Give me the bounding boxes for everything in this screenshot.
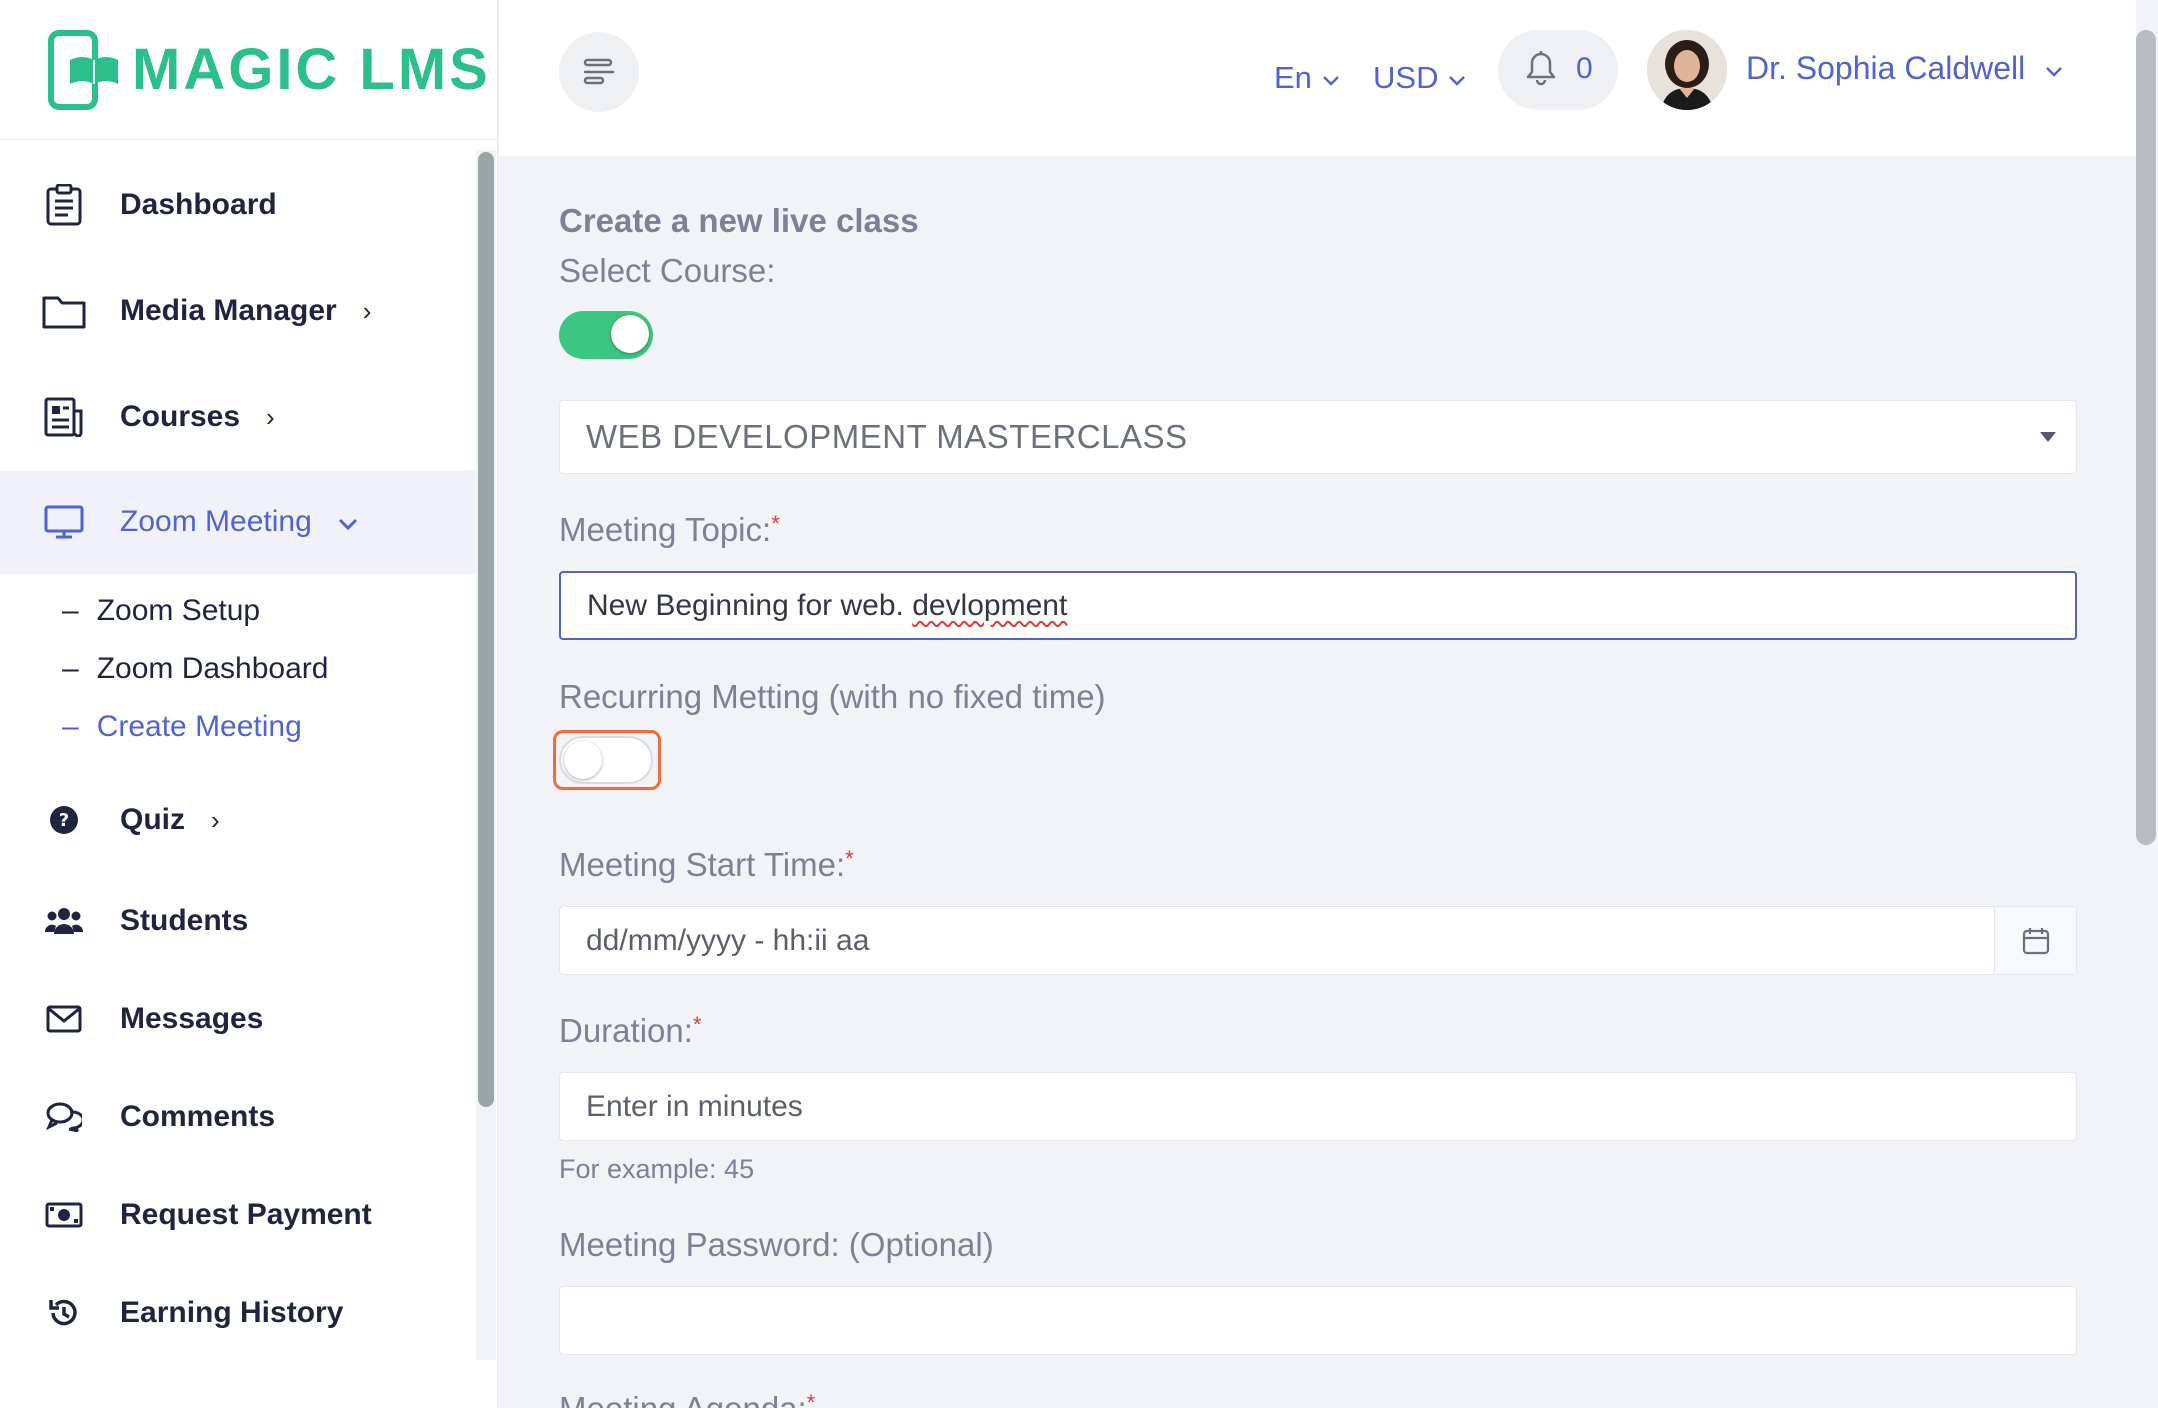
duration-input[interactable]: Enter in minutes (559, 1072, 2077, 1141)
chevron-down-icon (338, 507, 358, 537)
sidebar-item-label: Request Payment (120, 1198, 372, 1231)
book-logo-icon (48, 30, 124, 110)
duration-placeholder: Enter in minutes (586, 1089, 803, 1123)
avatar[interactable] (1647, 30, 1727, 110)
monitor-icon (40, 498, 88, 546)
recurring-meeting-label: Recurring Metting (with no fixed time) (559, 678, 1106, 715)
meeting-password-label: Meeting Password: (Optional) (559, 1226, 994, 1263)
duration-label: Duration:* (559, 1012, 702, 1049)
select-course-label: Select Course: (559, 252, 776, 289)
sidebar-item-label: Messages (120, 1002, 264, 1035)
toggle-knob (564, 741, 602, 779)
topbar: En USD 0 Dr. Sophia Caldwell (499, 0, 2136, 156)
sidebar-item-label: Zoom Meeting (120, 505, 312, 538)
svg-text:?: ? (59, 810, 69, 831)
sidebar-item-request-payment[interactable]: Request Payment (0, 1163, 476, 1267)
users-icon (40, 897, 88, 945)
envelope-icon (40, 995, 88, 1043)
history-icon (40, 1289, 88, 1337)
sidebar-item-messages[interactable]: Messages (0, 967, 476, 1071)
start-time-label: Meeting Start Time:* (559, 846, 854, 883)
submenu-zoom-setup[interactable]: – Zoom Setup (62, 594, 260, 628)
meeting-agenda-label: Meeting Agenda:* (559, 1390, 816, 1408)
clipboard-icon (40, 181, 88, 229)
sidebar-item-earning-history[interactable]: Earning History (0, 1261, 476, 1365)
recurring-meeting-toggle[interactable] (559, 736, 653, 784)
sidebar-item-media-manager[interactable]: Media Manager › (0, 259, 476, 363)
sidebar-scrollbar-thumb[interactable] (478, 152, 494, 1107)
chevron-right-icon: › (266, 402, 275, 432)
sidebar-item-label: Earning History (120, 1296, 344, 1329)
chevron-down-icon (1322, 76, 1339, 86)
money-bill-icon (40, 1191, 88, 1239)
notification-count: 0 (1576, 52, 1593, 85)
create-meeting-form: Create a new live class Select Course: W… (499, 156, 2136, 1408)
question-circle-icon: ? (40, 796, 88, 844)
calendar-icon (2022, 927, 2049, 954)
folder-icon (40, 287, 88, 335)
start-time-placeholder: dd/mm/yyyy - hh:ii aa (586, 923, 870, 957)
currency-dropdown[interactable]: USD (1373, 60, 1467, 96)
sidebar: MAGIC LMS Dashboard Media Manager › Cours… (0, 0, 498, 1408)
language-dropdown[interactable]: En (1274, 60, 1341, 96)
calendar-button[interactable] (1994, 907, 2076, 974)
sidebar-item-courses[interactable]: Courses › (0, 365, 476, 469)
page-scrollbar-thumb[interactable] (2136, 30, 2156, 845)
meeting-topic-input[interactable]: New Beginning for web. devlopment (559, 571, 2077, 640)
sidebar-item-comments[interactable]: Comments (0, 1065, 476, 1169)
bell-icon (1526, 51, 1556, 86)
spellcheck-underline: devlopment (912, 588, 1068, 622)
brand-name: MAGIC LMS (132, 37, 491, 102)
chat-bubbles-icon (40, 1093, 88, 1141)
caret-down-icon (2040, 432, 2056, 442)
sidebar-item-quiz[interactable]: ? Quiz › (0, 768, 476, 872)
sidebar-item-zoom-meeting[interactable]: Zoom Meeting (0, 470, 476, 574)
newspaper-icon (40, 393, 88, 441)
notifications-button[interactable]: 0 (1498, 30, 1618, 110)
sidebar-item-label: Media Manager (120, 294, 337, 327)
submenu-create-meeting[interactable]: – Create Meeting (62, 710, 302, 744)
brand-logo[interactable]: MAGIC LMS (0, 0, 498, 140)
toggle-knob (611, 315, 649, 353)
user-menu[interactable]: Dr. Sophia Caldwell (1746, 50, 2064, 87)
duration-hint: For example: 45 (559, 1154, 755, 1184)
chevron-down-icon (1449, 76, 1465, 86)
chevron-right-icon: › (362, 296, 372, 326)
menu-toggle-button[interactable] (559, 32, 639, 112)
meeting-topic-label: Meeting Topic:* (559, 511, 780, 548)
select-course-toggle[interactable] (559, 311, 653, 359)
meeting-password-input[interactable] (559, 1286, 2077, 1355)
course-select-value: WEB DEVELOPMENT MASTERCLASS (586, 418, 1188, 455)
menu-lines-icon (583, 58, 615, 85)
sidebar-item-dashboard[interactable]: Dashboard (0, 153, 476, 257)
chevron-down-icon (2046, 67, 2063, 77)
sidebar-item-label: Students (120, 904, 249, 937)
user-photo (1647, 30, 1727, 110)
page-title: Create a new live class (559, 202, 919, 239)
submenu-zoom-dashboard[interactable]: – Zoom Dashboard (62, 652, 328, 686)
course-select[interactable]: WEB DEVELOPMENT MASTERCLASS (559, 400, 2077, 474)
sidebar-item-label: Quiz (120, 803, 185, 836)
sidebar-item-label: Dashboard (120, 188, 277, 221)
chevron-right-icon: › (211, 805, 220, 835)
sidebar-item-label: Comments (120, 1100, 276, 1133)
start-time-input[interactable]: dd/mm/yyyy - hh:ii aa (559, 906, 2077, 975)
sidebar-item-label: Courses (120, 400, 241, 433)
sidebar-item-students[interactable]: Students (0, 869, 476, 973)
